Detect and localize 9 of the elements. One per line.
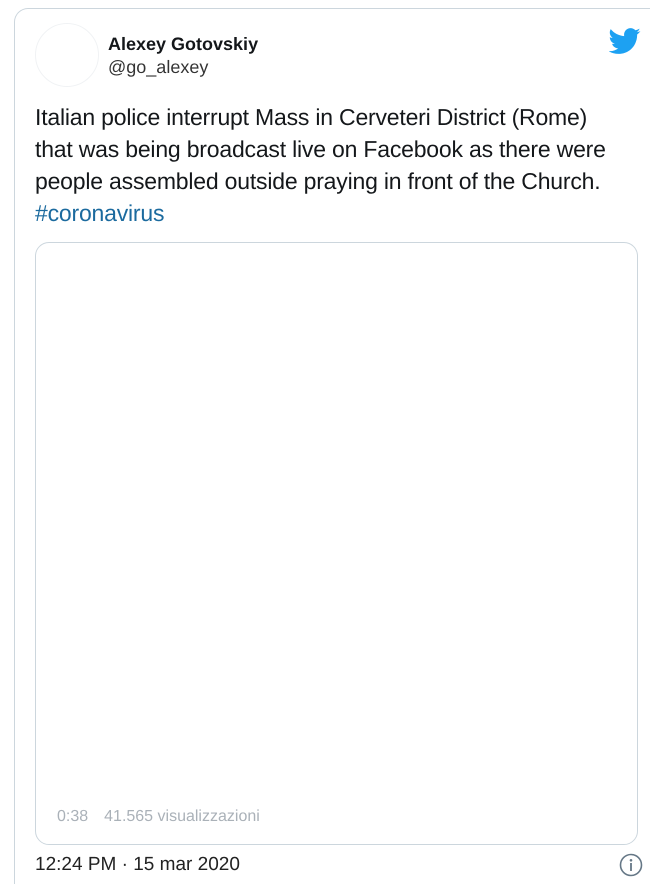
video-duration: 0:38 xyxy=(57,808,88,826)
bird-icon[interactable] xyxy=(609,25,641,57)
hashtag-link[interactable]: #coronavirus xyxy=(35,200,164,226)
view-count: 41.565 visualizzazioni xyxy=(104,808,260,826)
tweet-text: Italian police interrupt Mass in Cerveteri District (Rome) that was being broadcast live on Facebook as there were people assembled outside praying in front of the Church. #coronavirus xyxy=(35,103,607,228)
tweet-timestamp[interactable]: 12:24 PM · 15 mar 2020 xyxy=(35,854,240,876)
author-name[interactable]: Alexey Gotovskiy xyxy=(108,33,609,55)
author-handle[interactable]: @go_alexey xyxy=(108,55,609,79)
info-icon[interactable] xyxy=(619,853,643,877)
